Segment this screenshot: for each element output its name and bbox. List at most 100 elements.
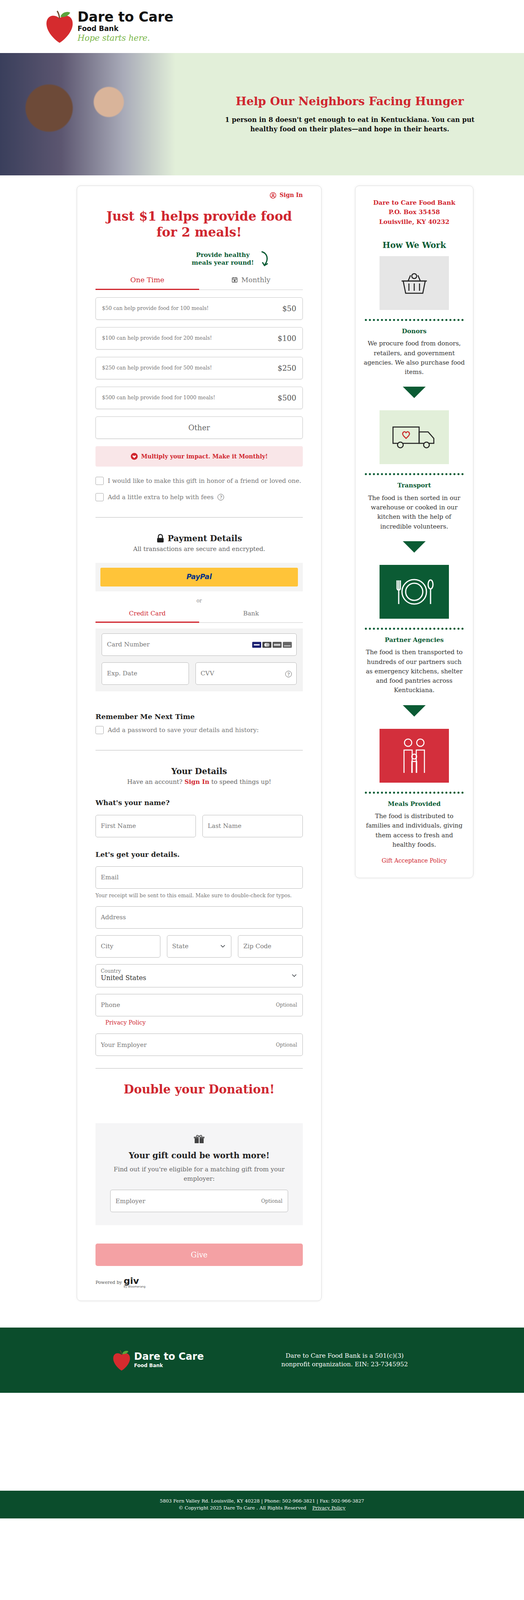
privacy-link[interactable]: Privacy Policy — [105, 1019, 146, 1027]
give-label[interactable]: Give — [190, 1251, 208, 1260]
privacy-link[interactable]: Privacy Policy — [312, 1505, 346, 1512]
cvv-input[interactable] — [195, 662, 297, 686]
amount-value[interactable]: $100 — [277, 333, 297, 345]
optional-hint: Optional — [275, 1001, 298, 1010]
zip-input[interactable] — [237, 935, 303, 959]
hero-subtitle: 1 person in 8 doesn't get enough to eat … — [219, 115, 481, 134]
country-label: Country — [100, 969, 288, 975]
amount-option[interactable]: $100 can help provide food for 200 meals… — [95, 327, 303, 350]
amount-option[interactable]: $500 can help provide food for 1000 meal… — [95, 386, 303, 410]
gift-policy-link[interactable]: Gift Acceptance Policy — [381, 857, 447, 865]
remember-checkbox[interactable]: Add a password to save your details and … — [95, 726, 303, 736]
step-text: The food is then sorted in our warehouse… — [363, 493, 466, 532]
step-text: We procure food from donors, retailers, … — [363, 339, 466, 378]
paypal-label[interactable]: PayPal — [186, 572, 212, 582]
option-label[interactable]: Add a little extra to help with fees — [107, 492, 214, 503]
org-address: Dare to Care Food BankP.O. Box 35458Loui… — [361, 198, 467, 227]
phone-input[interactable] — [95, 994, 303, 1017]
logo-name[interactable]: Dare to Care — [77, 10, 174, 25]
expiry-input[interactable] — [101, 662, 189, 686]
user-icon — [269, 192, 277, 199]
paypal-button[interactable]: PayPal — [100, 568, 298, 587]
tab-label[interactable]: Bank — [243, 610, 260, 618]
option-checkbox-box[interactable] — [95, 477, 104, 486]
plate-icon — [389, 575, 439, 609]
give-button[interactable]: Give — [95, 1244, 303, 1267]
sign-in-label[interactable]: Sign In — [279, 190, 303, 200]
payment-tabs: Credit Card Bank — [95, 605, 303, 624]
hero: Help Our Neighbors Facing Hunger1 person… — [0, 53, 524, 176]
remember-checkbox-box[interactable] — [95, 726, 104, 735]
logo-subtitle[interactable]: Food Bank — [77, 24, 174, 33]
payment-tab[interactable]: Credit Card — [95, 605, 200, 624]
giv-logo[interactable]: giv — [123, 1277, 146, 1287]
dotted-line — [364, 473, 464, 476]
down-arrow-icon — [402, 705, 426, 718]
tab-label[interactable]: Monthly — [241, 275, 271, 286]
how-step: DonorsWe procure food from donors, retai… — [361, 256, 467, 399]
match-employer-input[interactable] — [110, 1190, 289, 1213]
option-checkbox[interactable]: Add a little extra to help with fees? — [95, 492, 303, 503]
amount-option[interactable]: $250 can help provide food for 500 meals… — [95, 357, 303, 380]
address-input[interactable] — [95, 906, 303, 930]
match-heading: Your gift could be worth more! — [106, 1150, 292, 1163]
amount-value[interactable]: $250 — [277, 362, 297, 374]
option-checkbox[interactable]: I would like to make this gift in honor … — [95, 476, 303, 487]
amount-description[interactable]: $50 can help provide food for 100 meals! — [102, 304, 209, 313]
calendar-icon — [231, 276, 238, 284]
amount-description[interactable]: $250 can help provide food for 500 meals… — [102, 364, 212, 373]
other-amount-button[interactable]: Other — [95, 416, 303, 440]
basket-icon — [399, 270, 429, 296]
match-employer-input-wrap: Optional — [110, 1190, 289, 1213]
footer-logo[interactable]: Dare to CareFood Bank — [112, 1349, 205, 1373]
optional-hint: Optional — [275, 1041, 298, 1050]
tab-label[interactable]: One Time — [130, 275, 165, 286]
amount-description[interactable]: $500 can help provide food for 1000 meal… — [102, 394, 216, 402]
logo[interactable]: Dare to CareFood BankHope starts here. — [77, 10, 174, 43]
payment-tab[interactable]: Bank — [199, 605, 303, 624]
dotted-line — [364, 628, 464, 631]
monthly-upsell[interactable]: Multiply your impact. Make it Monthly! — [95, 446, 303, 467]
org-line: Louisville, KY 40232 — [361, 217, 467, 227]
sign-in-link[interactable]: Sign In — [269, 190, 303, 200]
phone-input-wrap: Optional — [95, 994, 303, 1017]
country-select[interactable]: CountryUnited States — [95, 964, 303, 989]
callout: Provide healthy meals year round! — [188, 251, 258, 267]
amount-option[interactable]: $50 can help provide food for 100 meals!… — [95, 297, 303, 320]
footer-logo-sub[interactable]: Food Bank — [134, 1362, 205, 1370]
amount-value[interactable]: $500 — [277, 392, 297, 404]
match-box: Your gift could be worth more!Find out i… — [95, 1123, 303, 1227]
cvv-help-icon[interactable]: ? — [285, 671, 292, 678]
amount-value[interactable]: $50 — [282, 303, 297, 315]
help-icon[interactable]: ? — [217, 494, 225, 501]
payment-title: Payment Details — [167, 532, 243, 545]
state-placeholder[interactable]: State — [172, 942, 189, 952]
bottom-bar: 5803 Fern Valley Rd. Louisville, KY 4022… — [0, 1491, 524, 1520]
email-input[interactable] — [95, 866, 303, 890]
last-name-input[interactable] — [202, 815, 303, 838]
footer-logo-name[interactable]: Dare to Care — [134, 1352, 205, 1363]
state-select[interactable]: State — [166, 935, 232, 959]
upsell-text[interactable]: Multiply your impact. Make it Monthly! — [141, 452, 269, 462]
other-label[interactable]: Other — [188, 422, 211, 434]
employer-input[interactable] — [95, 1034, 303, 1057]
remember-label[interactable]: Add a password to save your details and … — [107, 726, 259, 736]
apple-logo-icon — [112, 1349, 131, 1373]
option-checkbox-box[interactable] — [95, 493, 104, 502]
option-label[interactable]: I would like to make this gift in honor … — [107, 476, 302, 487]
city-input[interactable] — [95, 935, 161, 959]
frequency-tab[interactable]: Monthly — [199, 271, 303, 291]
frequency-tab[interactable]: One Time — [95, 271, 200, 291]
first-name-input[interactable] — [95, 815, 196, 838]
step-title: Transport — [361, 481, 467, 491]
down-arrow-icon — [402, 541, 426, 553]
name-question: What's your name? — [95, 798, 303, 809]
step-title: Partner Agencies — [361, 635, 467, 646]
divider — [95, 750, 303, 751]
sign-in-link[interactable]: Sign In — [184, 778, 210, 786]
powered-prefix: Powered by — [95, 1280, 123, 1288]
donation-form: Sign InJust $1 helps provide food for 2 … — [76, 185, 322, 1302]
amount-description[interactable]: $100 can help provide food for 200 meals… — [102, 334, 212, 343]
country-value[interactable]: United States — [100, 974, 288, 984]
tab-label[interactable]: Credit Card — [128, 610, 166, 618]
